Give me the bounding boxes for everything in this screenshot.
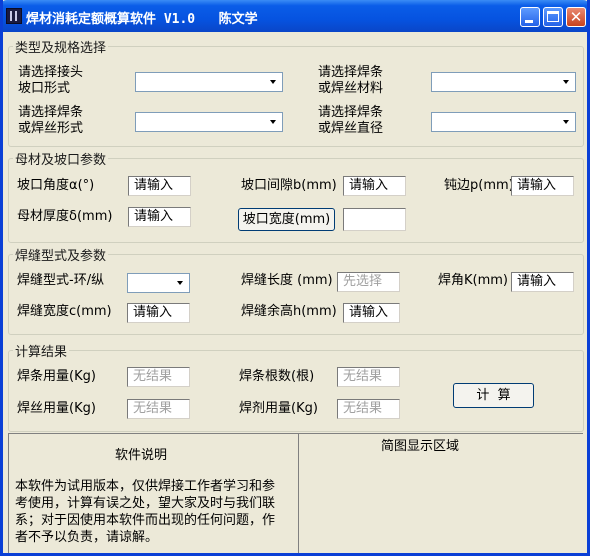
form-select[interactable]: [135, 112, 283, 132]
fillet-leg-label: 焊角K(mm): [438, 273, 508, 288]
app-icon: [6, 8, 22, 24]
weld-width-input[interactable]: 请输入: [127, 303, 190, 323]
result-legend: 计算结果: [13, 341, 70, 360]
panel-divider: [298, 433, 299, 553]
info-title: 软件说明: [115, 448, 168, 463]
window-title: 焊材消耗定额概算软件 V1.0 陈文学: [26, 12, 258, 27]
groove-width-button[interactable]: 坡口宽度(mm): [238, 208, 335, 231]
base-thickness-input[interactable]: 请输入: [128, 207, 191, 227]
groove-width-output[interactable]: [343, 208, 406, 231]
weld-length-label: 焊缝长度 (mm): [241, 273, 333, 288]
info-text: 本软件为试用版本，仅供焊接工作者学习和参考使用，计算有误之处，望大家及时与我们联…: [15, 479, 276, 545]
chevron-down-icon[interactable]: [172, 275, 188, 291]
material-label-line1: 请选择焊条: [318, 65, 384, 80]
electrode-amount-label: 焊条用量(Kg): [17, 369, 96, 384]
weld-width-label: 焊缝宽度c(mm): [17, 304, 112, 319]
diameter-label-line2: 或焊丝直径: [318, 121, 384, 136]
diameter-select[interactable]: [431, 112, 576, 132]
joint-type-select[interactable]: [135, 72, 283, 92]
weld-type-group: 焊缝型式及参数: [8, 245, 584, 335]
weld-type-label: 焊缝型式-环/纵: [17, 273, 105, 288]
blunt-edge-label: 钝边p(mm): [444, 178, 514, 193]
flux-amount-label: 焊剂用量(Kg): [239, 401, 318, 416]
groove-angle-input[interactable]: 请输入: [128, 176, 191, 196]
flux-amount-output: 无结果: [337, 399, 400, 419]
app-window: 焊材消耗定额概算软件 V1.0 陈文学 ✕ 类型及规格选择 请选择接头 坡口形式…: [0, 0, 590, 556]
groove-gap-label: 坡口间隙b(mm): [241, 178, 337, 193]
calculate-button[interactable]: 计 算: [453, 383, 534, 408]
groove-gap-input[interactable]: 请输入: [343, 176, 406, 196]
material-select[interactable]: [431, 72, 576, 92]
wire-amount-output: 无结果: [127, 399, 190, 419]
chevron-down-icon[interactable]: [558, 114, 574, 130]
form-label-line1: 请选择焊条: [18, 105, 84, 120]
title-bar[interactable]: 焊材消耗定额概算软件 V1.0 陈文学 ✕: [3, 0, 587, 32]
chevron-down-icon[interactable]: [265, 114, 281, 130]
electrode-amount-output: 无结果: [127, 367, 190, 387]
wire-amount-label: 焊丝用量(Kg): [17, 401, 96, 416]
diameter-label-line1: 请选择焊条: [318, 105, 384, 120]
electrode-count-label: 焊条根数(根): [239, 369, 315, 384]
weld-reinforcement-input[interactable]: 请输入: [343, 303, 400, 323]
weld-length-input[interactable]: 先选择: [337, 272, 400, 292]
preview-title: 简图显示区域: [381, 439, 460, 454]
minimize-button[interactable]: [520, 7, 540, 27]
weld-type-legend: 焊缝型式及参数: [13, 245, 109, 264]
type-spec-legend: 类型及规格选择: [13, 37, 109, 56]
chevron-down-icon[interactable]: [558, 74, 574, 90]
electrode-count-output: 无结果: [337, 367, 400, 387]
base-thickness-label: 母材厚度δ(mm): [17, 209, 113, 224]
weld-type-select[interactable]: [127, 273, 190, 293]
chevron-down-icon[interactable]: [265, 74, 281, 90]
maximize-button[interactable]: [543, 7, 563, 27]
close-icon: ✕: [569, 8, 583, 26]
joint-label-line1: 请选择接头: [18, 65, 84, 80]
fillet-leg-input[interactable]: 请输入: [511, 272, 574, 292]
form-label-line2: 或焊丝形式: [18, 121, 84, 136]
weld-reinforcement-label: 焊缝余高h(mm): [241, 304, 337, 319]
groove-angle-label: 坡口角度α(°): [17, 178, 95, 193]
material-label-line2: 或焊丝材料: [318, 81, 384, 96]
joint-label-line2: 坡口形式: [18, 81, 71, 96]
close-button[interactable]: ✕: [566, 7, 586, 27]
base-metal-legend: 母材及坡口参数: [13, 149, 109, 168]
blunt-edge-input[interactable]: 请输入: [511, 176, 574, 196]
